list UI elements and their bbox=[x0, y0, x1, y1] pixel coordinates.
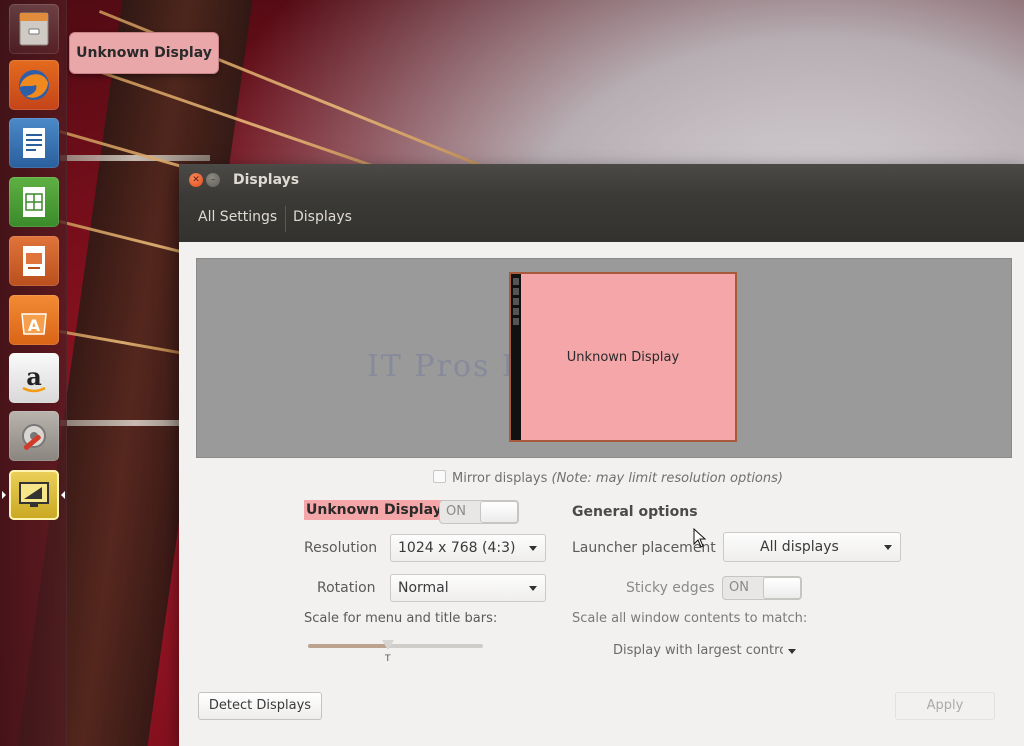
window-titlebar[interactable]: ✕ – Displays bbox=[179, 164, 1024, 196]
firefox-icon bbox=[19, 70, 49, 100]
close-button[interactable]: ✕ bbox=[189, 173, 203, 187]
displays-window: ✕ – Displays All Settings Displays IT Pr… bbox=[179, 164, 1024, 746]
fret-graphic bbox=[60, 155, 210, 161]
mirror-displays-checkbox[interactable]: Mirror displays (Note: may limit resolut… bbox=[433, 470, 783, 486]
focus-indicator bbox=[61, 491, 65, 499]
scale-slider-handle[interactable] bbox=[382, 640, 394, 650]
files-icon bbox=[19, 12, 49, 46]
mirror-note: (Note: may limit resolution options) bbox=[551, 471, 783, 486]
breadcrumb-all-settings[interactable]: All Settings bbox=[198, 209, 277, 225]
rotation-label: Rotation bbox=[317, 580, 376, 596]
scale-slider-tick: T bbox=[385, 654, 391, 664]
launcher-files[interactable] bbox=[9, 4, 59, 54]
minimize-icon: – bbox=[210, 175, 216, 185]
apply-button[interactable]: Apply bbox=[895, 692, 995, 720]
svg-text:A: A bbox=[28, 316, 41, 335]
mirror-label: Mirror displays bbox=[452, 471, 548, 486]
toggle-on-label: ON bbox=[729, 580, 749, 595]
monitor-launcher-strip bbox=[511, 274, 521, 440]
calc-icon bbox=[23, 187, 45, 217]
toggle-knob bbox=[480, 501, 518, 523]
breadcrumb-displays[interactable]: Displays bbox=[293, 209, 352, 225]
display-power-toggle[interactable]: ON bbox=[439, 500, 519, 524]
unity-launcher: A a bbox=[0, 0, 67, 746]
monitor-label: Unknown Display bbox=[566, 349, 680, 365]
toggle-knob bbox=[763, 577, 801, 599]
scale-all-label: Scale all window contents to match: bbox=[572, 611, 808, 626]
sticky-edges-toggle[interactable]: ON bbox=[722, 576, 802, 600]
scale-all-combo[interactable]: Display with largest controls bbox=[605, 638, 805, 664]
display-name-label: Unknown Display bbox=[304, 500, 444, 520]
detect-displays-button[interactable]: Detect Displays bbox=[198, 692, 322, 720]
launcher-calc[interactable] bbox=[9, 177, 59, 227]
resolution-combo[interactable]: 1024 x 768 (4:3) bbox=[390, 534, 546, 562]
display-arrangement-area[interactable]: IT Pros HUB Unknown Display bbox=[196, 258, 1012, 458]
breadcrumb-separator bbox=[285, 206, 286, 232]
resolution-value: 1024 x 768 (4:3) bbox=[398, 540, 516, 556]
window-title: Displays bbox=[233, 172, 300, 188]
scale-all-value: Display with largest controls bbox=[613, 643, 783, 658]
software-center-icon: A bbox=[21, 313, 47, 335]
close-icon: ✕ bbox=[192, 175, 200, 185]
launcher-software-center[interactable]: A bbox=[9, 295, 59, 345]
chevron-down-icon bbox=[529, 546, 537, 551]
amazon-icon: a bbox=[22, 362, 46, 393]
launcher-system-settings[interactable] bbox=[9, 411, 59, 461]
launcher-impress[interactable] bbox=[9, 236, 59, 286]
sticky-edges-label: Sticky edges bbox=[626, 580, 715, 596]
rotation-value: Normal bbox=[398, 580, 449, 596]
checkbox-icon bbox=[433, 470, 446, 483]
launcher-tooltip: Unknown Display bbox=[69, 32, 219, 74]
toggle-on-label: ON bbox=[446, 504, 466, 519]
launcher-displays[interactable] bbox=[9, 470, 59, 520]
impress-icon bbox=[23, 246, 45, 276]
resolution-label: Resolution bbox=[304, 540, 378, 556]
rotation-combo[interactable]: Normal bbox=[390, 574, 546, 602]
breadcrumb: All Settings Displays bbox=[179, 196, 1024, 243]
launcher-firefox[interactable] bbox=[9, 60, 59, 110]
chevron-down-icon bbox=[788, 649, 796, 654]
displays-icon bbox=[19, 482, 49, 507]
scale-label: Scale for menu and title bars: bbox=[304, 611, 498, 626]
active-indicator bbox=[2, 491, 6, 499]
scale-slider[interactable] bbox=[308, 644, 483, 648]
chevron-down-icon bbox=[884, 545, 892, 550]
chevron-down-icon bbox=[529, 586, 537, 591]
scale-slider-fill bbox=[308, 644, 387, 648]
mouse-cursor-icon bbox=[693, 528, 707, 548]
launcher-writer[interactable] bbox=[9, 118, 59, 168]
general-options-heading: General options bbox=[572, 504, 698, 520]
system-settings-icon bbox=[22, 424, 46, 450]
svg-text:a: a bbox=[26, 362, 42, 391]
displays-panel: IT Pros HUB Unknown Display Mirror displ… bbox=[179, 242, 1024, 746]
launcher-amazon[interactable]: a bbox=[9, 353, 59, 403]
writer-icon bbox=[23, 128, 45, 158]
minimize-button[interactable]: – bbox=[206, 173, 220, 187]
launcher-placement-value: All displays bbox=[760, 539, 839, 555]
monitor-preview[interactable]: Unknown Display bbox=[509, 272, 737, 442]
launcher-placement-combo[interactable]: All displays bbox=[723, 532, 901, 562]
